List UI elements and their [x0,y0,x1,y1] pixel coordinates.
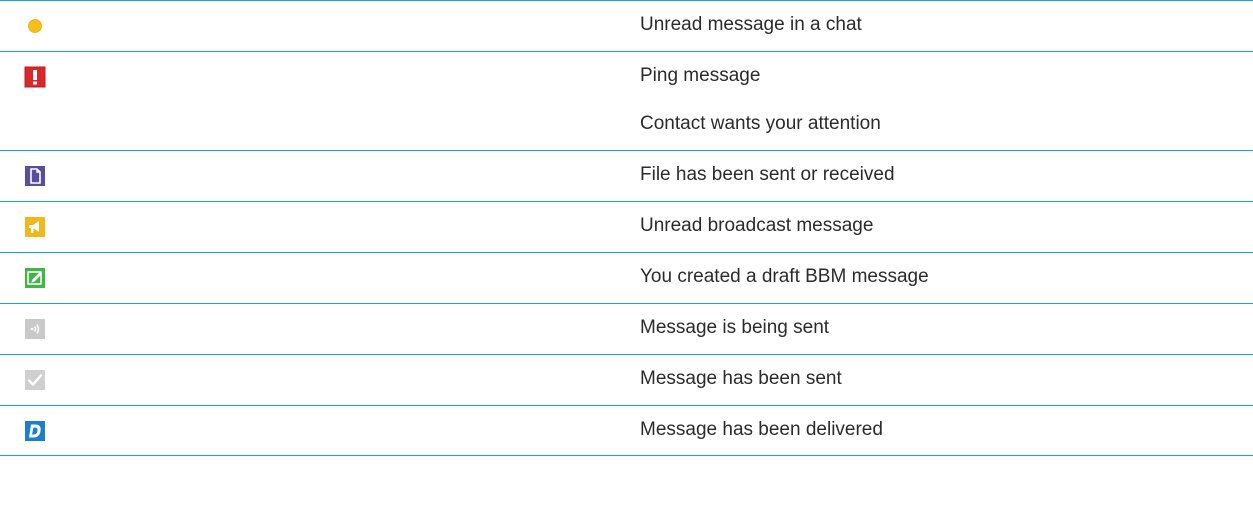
row-text: Message is being sent [640,317,830,338]
table-row: File has been sent or received [0,150,1253,201]
sending-signal-icon [24,318,46,340]
row-text: Message has been delivered [640,419,883,440]
row-description: Ping message Contact wants your attentio… [640,52,1253,148]
table-row: Ping message Contact wants your attentio… [0,51,1253,150]
broadcast-megaphone-icon [24,216,46,238]
table-row: Unread message in a chat [0,0,1253,51]
file-icon [24,165,46,187]
row-description: File has been sent or received [640,151,1253,199]
table-row: Unread broadcast message [0,201,1253,252]
row-text: File has been sent or received [640,164,895,185]
table-row: Message has been sent [0,354,1253,405]
table-row: Message is being sent [0,303,1253,354]
row-description: Message has been sent [640,355,1253,403]
unread-dot-icon [24,15,46,37]
row-description: Unread broadcast message [640,202,1253,250]
row-text: Contact wants your attention [640,113,881,134]
table-row: You created a draft BBM message [0,252,1253,303]
row-text: Message has been sent [640,368,842,389]
sent-checkmark-icon [24,369,46,391]
row-text: You created a draft BBM message [640,266,929,287]
ping-exclamation-icon [24,66,46,88]
row-text: Ping message [640,65,761,86]
row-text: Unread broadcast message [640,215,874,236]
table-row: Message has been delivered [0,405,1253,456]
delivered-d-icon [24,420,46,442]
row-text: Unread message in a chat [640,14,862,35]
row-description: Unread message in a chat [640,1,1253,49]
row-description: Message is being sent [640,304,1253,352]
draft-edit-icon [24,267,46,289]
row-description: Message has been delivered [640,406,1253,454]
row-description: You created a draft BBM message [640,253,1253,301]
icon-legend-table: Unread message in a chat Ping message Co… [0,0,1253,456]
